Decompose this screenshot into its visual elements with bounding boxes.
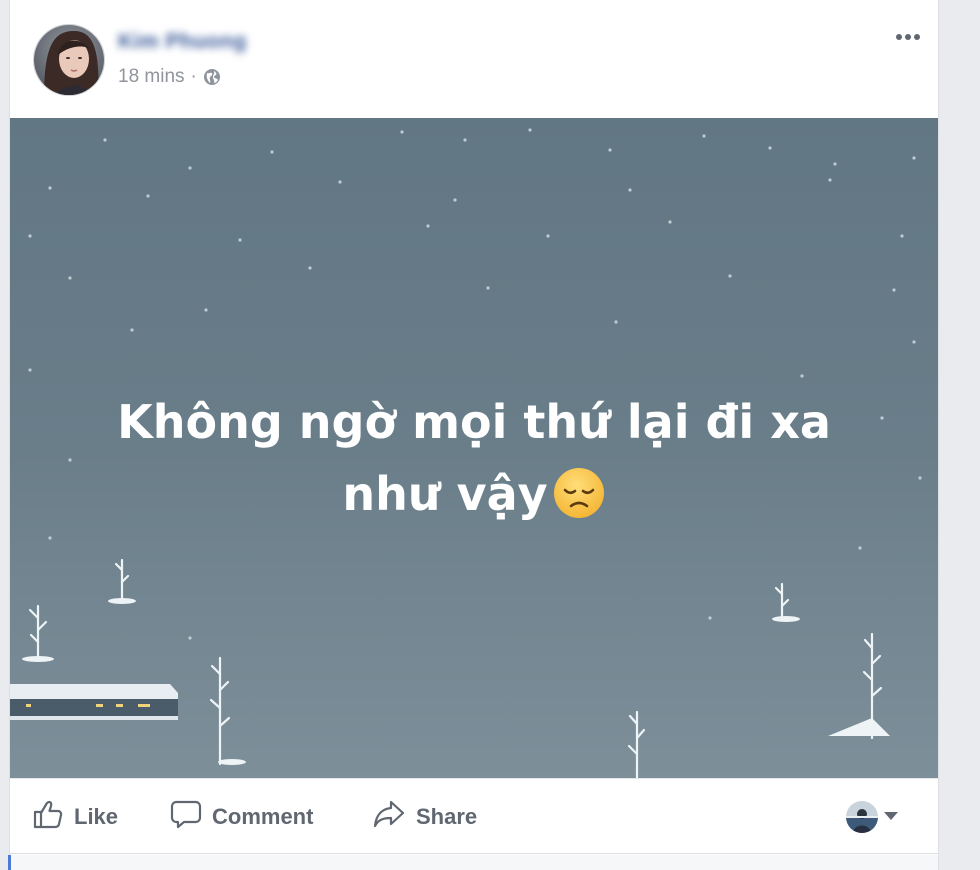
globe-icon[interactable] xyxy=(203,68,221,86)
focus-accent-bar xyxy=(8,855,11,870)
author-name[interactable]: Kim Phuong xyxy=(118,30,247,54)
share-button[interactable]: Share xyxy=(372,799,477,835)
more-options-icon xyxy=(895,28,921,46)
post-text-line-2: như vậy xyxy=(342,467,548,521)
post-as-selector[interactable] xyxy=(846,799,906,835)
like-label: Like xyxy=(74,804,119,829)
page: Kim Phuong 18 mins · Không ngờ mọi thứ l… xyxy=(0,0,980,870)
post-background-image[interactable]: Không ngờ mọi thứ lại đi xa như vậy xyxy=(10,118,938,778)
sad-face-emoji-icon xyxy=(552,466,606,520)
post-timestamp[interactable]: 18 mins xyxy=(118,66,185,88)
profile-avatar-icon xyxy=(846,801,878,833)
post-text-line-2-wrapper: như vậy xyxy=(70,458,878,530)
post-card: Kim Phuong 18 mins · Không ngờ mọi thứ l… xyxy=(9,0,939,870)
post-meta: 18 mins · xyxy=(118,66,221,88)
caret-down-icon xyxy=(884,808,898,826)
more-options-button[interactable] xyxy=(888,22,928,52)
post-text-line-1: Không ngờ mọi thứ lại đi xa xyxy=(117,395,831,449)
like-button[interactable]: Like xyxy=(32,799,118,835)
comment-area xyxy=(10,855,938,870)
post-status-text: Không ngờ mọi thứ lại đi xa như vậy xyxy=(70,386,878,530)
meta-separator: · xyxy=(190,66,197,87)
comment-button[interactable]: Comment xyxy=(170,799,313,835)
author-avatar[interactable] xyxy=(33,24,105,96)
thumbs-up-icon xyxy=(32,798,74,836)
share-arrow-icon xyxy=(372,798,416,836)
post-action-bar: Like Comment Share xyxy=(10,778,938,854)
comment-label: Comment xyxy=(212,804,314,829)
share-label: Share xyxy=(416,804,478,829)
comment-bubble-icon xyxy=(170,798,212,836)
post-header: Kim Phuong 18 mins · xyxy=(10,0,938,118)
